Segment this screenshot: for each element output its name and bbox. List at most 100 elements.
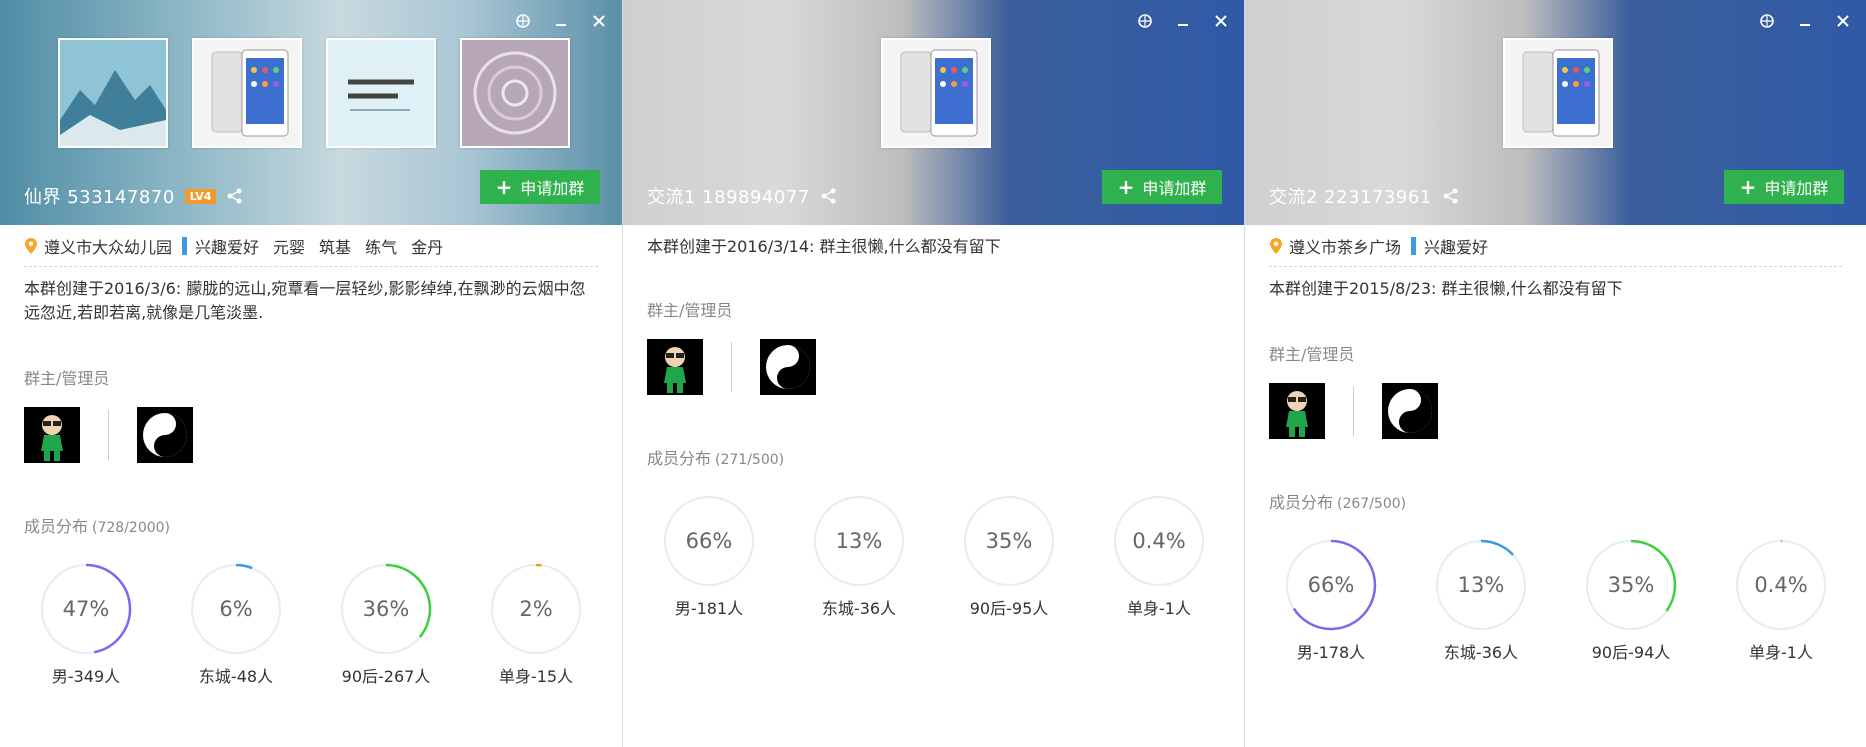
join-group-button[interactable]: + 申请加群 xyxy=(1102,170,1222,204)
ring-age: 35% xyxy=(1585,539,1677,631)
stat-percent: 2% xyxy=(519,597,553,621)
stat-label: 东城-36人 xyxy=(821,599,897,618)
ring-gender: 66% xyxy=(1285,539,1377,631)
divider xyxy=(1353,386,1354,436)
stat-district: 6% 东城-48人 xyxy=(190,563,282,687)
location-text[interactable]: 遵义市茶乡广场 xyxy=(1289,234,1401,258)
location-tags: 遵义市大众幼儿园 兴趣爱好 元婴 筑基 练气 金丹 xyxy=(24,225,598,267)
members-title: 成员分布 xyxy=(1269,493,1334,512)
stat-percent: 6% xyxy=(219,597,253,621)
stat-age: 35% 90后-94人 xyxy=(1585,539,1677,663)
card-body: 遵义市茶乡广场 兴趣爱好 本群创建于2015/8/23: 群主很懒,什么都没有留… xyxy=(1245,225,1866,663)
share-icon[interactable] xyxy=(1442,187,1460,205)
group-description: 本群创建于2016/3/6: 朦胧的远山,宛覃看一层轻纱,影影绰绰,在飘渺的云烟… xyxy=(24,279,586,322)
admin-avatar[interactable] xyxy=(1382,383,1438,439)
minimize-icon[interactable] xyxy=(1792,10,1818,32)
stat-label: 男-181人 xyxy=(674,599,744,618)
stat-age: 35% 90后-95人 xyxy=(963,495,1055,619)
stat-percent: 66% xyxy=(685,529,733,553)
join-group-button[interactable]: + 申请加群 xyxy=(480,170,600,204)
admins-list xyxy=(24,407,598,463)
skin-icon[interactable] xyxy=(510,10,536,32)
card-header: 交流1 189894077 + 申请加群 xyxy=(623,0,1244,225)
group-title: 仙界 533147870 xyxy=(24,187,175,208)
minimize-icon[interactable] xyxy=(1170,10,1196,32)
stat-district: 13% 东城-36人 xyxy=(1435,539,1527,663)
stat-label: 男-178人 xyxy=(1296,643,1366,662)
stat-percent: 0.4% xyxy=(1132,529,1186,553)
stat-percent: 47% xyxy=(62,597,110,621)
stat-percent: 35% xyxy=(1607,573,1655,597)
group-card-1: 交流1 189894077 + 申请加群 本群创建于2016/3/14: 群主很… xyxy=(622,0,1244,747)
admins-list xyxy=(1269,383,1842,439)
group-photo[interactable] xyxy=(1503,38,1613,148)
ring-district: 13% xyxy=(813,495,905,587)
plus-icon: + xyxy=(1739,175,1757,199)
stat-gender: 66% 男-181人 xyxy=(663,495,755,619)
tag[interactable]: 金丹 xyxy=(411,234,443,258)
location-text[interactable]: 遵义市大众幼儿园 xyxy=(44,234,172,258)
card-body: 遵义市大众幼儿园 兴趣爱好 元婴 筑基 练气 金丹 本群创建于2016/3/6:… xyxy=(0,225,622,687)
close-icon[interactable] xyxy=(1830,10,1856,32)
stat-label: 东城-36人 xyxy=(1443,643,1519,662)
ring-single: 0.4% xyxy=(1735,539,1827,631)
divider xyxy=(108,410,109,460)
location-pin-icon xyxy=(1269,237,1283,255)
tag[interactable]: 兴趣爱好 xyxy=(1424,234,1488,258)
ring-age: 36% xyxy=(340,563,432,655)
tag[interactable]: 练气 xyxy=(365,234,397,258)
window-controls xyxy=(510,10,612,32)
plus-icon: + xyxy=(1117,175,1135,199)
skin-icon[interactable] xyxy=(1132,10,1158,32)
stat-percent: 13% xyxy=(835,529,883,553)
group-title: 交流1 189894077 xyxy=(647,187,810,208)
stat-percent: 0.4% xyxy=(1754,573,1808,597)
join-group-label: 申请加群 xyxy=(1764,179,1829,198)
stat-single: 2% 单身-15人 xyxy=(490,563,582,687)
ring-single: 2% xyxy=(490,563,582,655)
minimize-icon[interactable] xyxy=(548,10,574,32)
tag-marker xyxy=(182,236,188,255)
stat-label: 男-349人 xyxy=(51,667,121,686)
window-controls xyxy=(1132,10,1234,32)
join-group-button[interactable]: + 申请加群 xyxy=(1724,170,1844,204)
admin-avatar[interactable] xyxy=(760,339,816,395)
tag[interactable]: 元婴 xyxy=(273,234,305,258)
share-icon[interactable] xyxy=(226,187,244,205)
plus-icon: + xyxy=(495,175,513,199)
group-photos xyxy=(881,38,991,148)
owner-avatar[interactable] xyxy=(647,339,703,395)
group-photo[interactable] xyxy=(58,38,168,148)
owner-avatar[interactable] xyxy=(24,407,80,463)
skin-icon[interactable] xyxy=(1754,10,1780,32)
group-description: 本群创建于2016/3/14: 群主很懒,什么都没有留下 xyxy=(647,237,1001,256)
stat-label: 单身-1人 xyxy=(1127,599,1191,618)
stat-single: 0.4% 单身-1人 xyxy=(1735,539,1827,663)
admin-avatar[interactable] xyxy=(137,407,193,463)
members-count: (728/2000) xyxy=(92,520,171,536)
tag[interactable]: 筑基 xyxy=(319,234,351,258)
members-header: 成员分布 (267/500) xyxy=(1269,489,1842,513)
group-photo[interactable] xyxy=(326,38,436,148)
ring-single: 0.4% xyxy=(1113,495,1205,587)
ring-gender: 47% xyxy=(40,563,132,655)
close-icon[interactable] xyxy=(586,10,612,32)
members-title: 成员分布 xyxy=(24,517,89,536)
group-description: 本群创建于2015/8/23: 群主很懒,什么都没有留下 xyxy=(1269,279,1623,298)
group-photo[interactable] xyxy=(460,38,570,148)
close-icon[interactable] xyxy=(1208,10,1234,32)
group-photo[interactable] xyxy=(881,38,991,148)
share-icon[interactable] xyxy=(820,187,838,205)
group-title-bar: 交流2 223173961 xyxy=(1269,183,1460,209)
tag[interactable]: 兴趣爱好 xyxy=(195,234,259,258)
group-photo[interactable] xyxy=(192,38,302,148)
stat-label: 90后-95人 xyxy=(969,599,1049,618)
group-photos xyxy=(58,38,570,148)
join-group-label: 申请加群 xyxy=(520,179,585,198)
stat-age: 36% 90后-267人 xyxy=(340,563,432,687)
admins-title: 群主/管理员 xyxy=(1269,345,1355,364)
members-header: 成员分布 (271/500) xyxy=(647,445,1220,469)
owner-avatar[interactable] xyxy=(1269,383,1325,439)
card-body: 本群创建于2016/3/14: 群主很懒,什么都没有留下 群主/管理员 成员分布… xyxy=(623,235,1244,619)
stat-district: 13% 东城-36人 xyxy=(813,495,905,619)
